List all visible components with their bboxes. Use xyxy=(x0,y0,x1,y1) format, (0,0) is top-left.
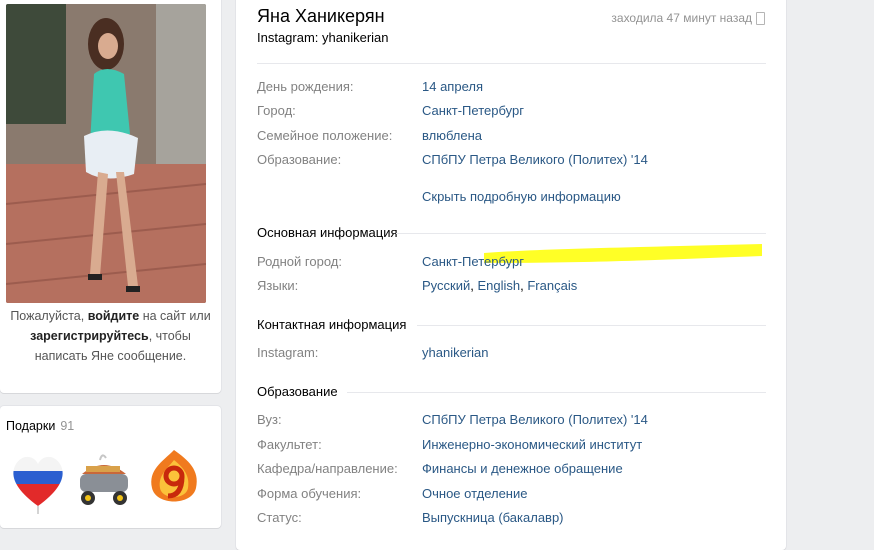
mobile-phone-icon xyxy=(756,12,765,25)
header-divider xyxy=(257,63,766,64)
city-link[interactable]: Санкт-Петербург xyxy=(422,103,524,118)
language-link[interactable]: Français xyxy=(527,278,577,293)
instagram-link[interactable]: yhanikerian xyxy=(422,345,489,360)
detail-row-city: Город: Санкт-Петербург xyxy=(257,103,524,118)
hometown-link[interactable]: Санкт-Петербург xyxy=(422,254,524,269)
languages-list: Русский, English, Français xyxy=(422,278,578,293)
profile-photo[interactable] xyxy=(6,4,206,303)
department-link[interactable]: Финансы и денежное обращение xyxy=(422,461,623,476)
languages-row: Языки: Русский, English, Français xyxy=(257,278,578,293)
hometown-row: Родной город: Санкт-Петербург xyxy=(257,254,524,269)
bbq-grill-icon[interactable] xyxy=(72,446,132,516)
relationship-link[interactable]: влюблена xyxy=(422,128,482,143)
hide-details-link[interactable]: Скрыть подробную информацию xyxy=(422,189,621,204)
study-form-link[interactable]: Очное отделение xyxy=(422,486,527,501)
language-link[interactable]: English xyxy=(477,278,520,293)
profile-info-card: Яна Ханикерян Instagram: yhanikerian зах… xyxy=(236,0,786,550)
login-hint: Пожалуйста, войдите на сайт или зарегист… xyxy=(10,309,211,363)
main-info-title: Основная информация xyxy=(257,225,398,240)
main-info-divider xyxy=(396,233,766,234)
login-link[interactable]: войдите xyxy=(88,309,140,323)
last-seen-text: заходила 47 минут назад xyxy=(611,11,752,25)
study-form-row: Форма обучения: Очное отделение xyxy=(257,486,528,501)
number-nine-fire-icon[interactable] xyxy=(144,446,204,516)
contacts-title: Контактная информация xyxy=(257,317,407,332)
profile-photo-card: Пожалуйста, войдите на сайт или зарегист… xyxy=(0,0,221,393)
education-link[interactable]: СПбПУ Петра Великого (Политех) '14 xyxy=(422,152,648,167)
education-title: Образование xyxy=(257,384,338,399)
birthday-link[interactable]: 14 апреля xyxy=(422,79,483,94)
heart-flag-icon[interactable] xyxy=(8,446,68,516)
education-divider xyxy=(347,392,766,393)
detail-row-education: Образование: СПбПУ Петра Великого (Полит… xyxy=(257,152,648,167)
university-link[interactable]: СПбПУ Петра Великого (Политех) '14 xyxy=(422,412,648,427)
instagram-row: Instagram: yhanikerian xyxy=(257,345,489,360)
department-row: Кафедра/направление: Финансы и денежное … xyxy=(257,461,623,476)
university-row: Вуз: СПбПУ Петра Великого (Политех) '14 xyxy=(257,412,648,427)
detail-row-birthday: День рождения: 14 апреля xyxy=(257,79,483,94)
profile-name: Яна Ханикерян xyxy=(257,6,385,26)
contacts-divider xyxy=(417,325,766,326)
graduate-status-link[interactable]: Выпускница (бакалавр) xyxy=(422,510,564,525)
status-row: Статус: Выпускница (бакалавр) xyxy=(257,510,564,525)
register-link[interactable]: зарегистрируйтесь xyxy=(30,329,149,343)
gifts-card: Подарки 91 xyxy=(0,406,221,528)
gifts-count: 91 xyxy=(60,419,75,433)
faculty-link[interactable]: Инженерно-экономический институт xyxy=(422,437,642,452)
faculty-row: Факультет: Инженерно-экономический инсти… xyxy=(257,437,643,452)
gifts-header[interactable]: Подарки 91 xyxy=(6,419,74,433)
profile-status: Instagram: yhanikerian xyxy=(257,30,389,45)
detail-row-relationship: Семейное положение: влюблена xyxy=(257,128,483,143)
language-link[interactable]: Русский xyxy=(422,278,470,293)
